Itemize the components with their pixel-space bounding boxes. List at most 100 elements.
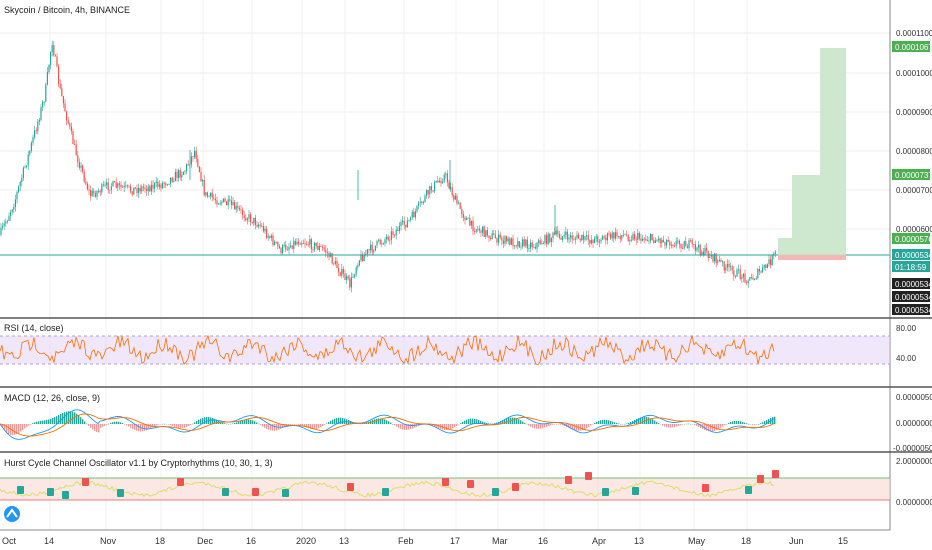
macd-bar	[324, 424, 326, 425]
candle-body	[675, 241, 677, 247]
macd-bar	[138, 424, 140, 432]
tradingview-logo[interactable]	[4, 506, 20, 522]
time-tick: Apr	[592, 536, 606, 546]
candle-body	[438, 180, 440, 183]
macd-bar	[456, 424, 458, 426]
macd-bar	[454, 424, 456, 428]
candle-body	[317, 245, 319, 250]
time-axis[interactable]: Oct 14 Nov 18 Dec 16 2020 13 Feb 17 Mar …	[0, 529, 890, 546]
macd-bar	[444, 424, 446, 430]
candle-body	[150, 184, 152, 192]
macd-bar	[512, 417, 514, 424]
candle-body	[240, 209, 242, 211]
candle-body	[608, 233, 610, 235]
macd-bar	[488, 423, 490, 424]
chart-title: Skycoin / Bitcoin, 4h, BINANCE	[4, 5, 130, 15]
macd-bar	[70, 411, 72, 424]
candle-body	[237, 205, 239, 208]
stop-zone	[778, 255, 846, 260]
candle-body	[424, 195, 426, 202]
macd-bar	[132, 424, 134, 429]
macd-bar	[682, 424, 684, 425]
macd-bar	[594, 422, 596, 424]
trading-chart[interactable]: Skycoin / Bitcoin, 4h, BINANCE 0.0001100…	[0, 0, 932, 550]
price-label: 0.00007376	[895, 171, 932, 180]
candle-body	[570, 235, 572, 238]
candle-body	[611, 232, 613, 239]
macd-tick: -0.00000500	[893, 444, 932, 453]
candle-body	[598, 241, 600, 243]
candle-body	[245, 217, 247, 221]
hurst-title: Hurst Cycle Channel Oscillator v1.1 by C…	[4, 458, 273, 468]
candle-body	[392, 231, 394, 235]
candle-body	[525, 239, 527, 246]
candle-body	[306, 244, 308, 245]
candle-body	[30, 142, 32, 151]
macd-bar	[664, 424, 666, 427]
macd-bar	[666, 424, 668, 428]
candle-body	[440, 180, 442, 184]
candle-body	[512, 238, 514, 247]
candle-body	[589, 240, 591, 244]
candle-body	[112, 181, 114, 187]
candle-body	[730, 266, 732, 268]
candle-body	[379, 239, 381, 244]
macd-bar	[552, 424, 554, 425]
macd-bar	[252, 420, 254, 424]
candle-body	[342, 268, 344, 274]
macd-bar	[190, 424, 192, 426]
macd-bar	[262, 424, 264, 427]
macd-bar	[680, 424, 682, 426]
candle-body	[514, 245, 516, 247]
macd-bar	[232, 423, 234, 425]
candle-body	[765, 264, 767, 268]
candle-body	[613, 232, 615, 239]
candle-body	[437, 180, 439, 183]
plot-background	[0, 0, 890, 530]
candle-body	[422, 201, 424, 203]
candle-body	[144, 187, 146, 190]
macd-bar	[82, 419, 84, 424]
candle-body	[451, 187, 453, 196]
macd-bar	[164, 423, 166, 425]
macd-bar	[606, 419, 608, 424]
candle-body	[670, 244, 672, 246]
candle-body	[483, 226, 485, 237]
candle-body	[350, 277, 352, 288]
candle-body	[83, 171, 85, 182]
candle-body	[59, 83, 61, 89]
candle-body	[690, 240, 692, 242]
candle-body	[565, 231, 567, 235]
candle-body	[648, 240, 650, 242]
candle-body	[533, 246, 535, 248]
candle-body	[584, 236, 586, 240]
macd-bar	[342, 418, 344, 424]
macd-bar	[118, 421, 120, 424]
candle-body	[624, 234, 626, 236]
macd-bar	[168, 424, 170, 425]
candle-body	[664, 241, 666, 246]
macd-bar	[724, 424, 726, 426]
macd-bar	[66, 411, 68, 424]
candle-body	[43, 101, 45, 103]
macd-bar	[620, 423, 622, 425]
candle-body	[558, 234, 560, 238]
macd-bar	[468, 419, 470, 424]
macd-bar	[48, 419, 50, 424]
macd-bar	[736, 420, 738, 424]
macd-bar	[674, 424, 676, 428]
candle-body	[600, 239, 602, 242]
candle-body	[309, 239, 311, 245]
candle-body	[56, 56, 58, 67]
macd-bar	[686, 423, 688, 425]
macd-bar	[608, 420, 610, 424]
macd-bar	[14, 424, 16, 435]
price-tick: 0.00009000	[896, 108, 932, 117]
candle-body	[704, 247, 706, 255]
candle-body	[35, 130, 37, 132]
macd-bar	[92, 424, 94, 430]
candle-body	[122, 186, 124, 188]
candle-body	[386, 236, 388, 240]
macd-bar	[94, 424, 96, 431]
candle-body	[104, 184, 106, 186]
